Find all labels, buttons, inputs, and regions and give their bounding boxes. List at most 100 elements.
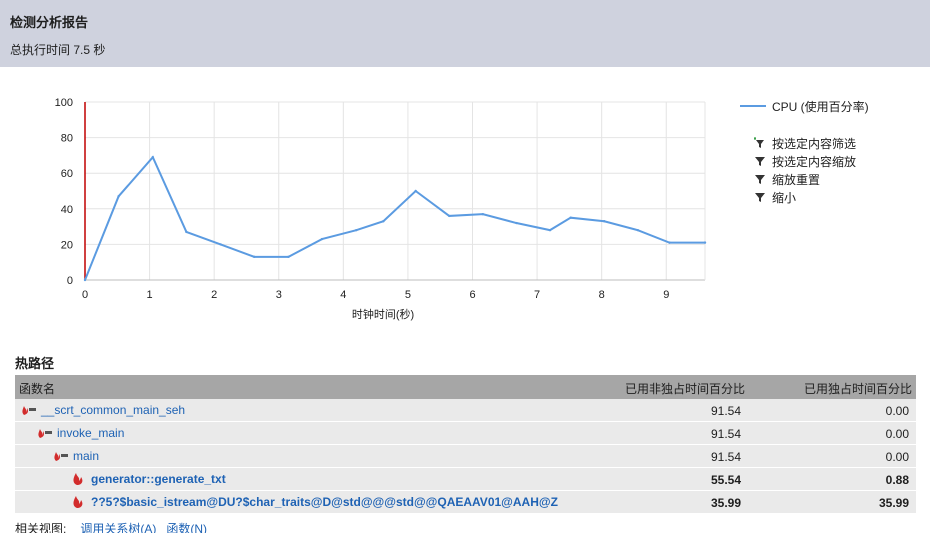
- inclusive-time-value: 35.99: [710, 496, 741, 510]
- exclusive-time-value: 35.99: [878, 496, 909, 510]
- x-tick-label: 6: [469, 289, 475, 301]
- function-cell: main: [53, 449, 99, 463]
- exclusive-time-value: 0.00: [885, 427, 909, 441]
- cpu-usage-chart[interactable]: 0 20 40 60 80 100 0 1 2 3 4 5 6 7 8 9 时钟时间(秒): [40, 90, 720, 333]
- zoom-to-selection-button[interactable]: 按选定内容缩放: [740, 152, 869, 170]
- hot-path-flame-arrow-icon: [21, 403, 36, 417]
- function-name-link[interactable]: invoke_main: [57, 426, 124, 440]
- data-point: [185, 230, 188, 234]
- function-name-link[interactable]: main: [73, 449, 99, 463]
- exclusive-time-value: 0.88: [885, 473, 909, 487]
- column-header-exclusive-time[interactable]: 已用独占时间百分比: [804, 380, 912, 397]
- related-views-label: 相关视图:: [15, 522, 67, 533]
- data-point: [548, 228, 552, 232]
- cpu-chart-svg[interactable]: 0 20 40 60 80 100 0 1 2 3 4 5 6 7 8 9 时钟时间(秒): [40, 90, 720, 330]
- inclusive-time-value: 91.54: [710, 450, 741, 464]
- x-tick-label: 1: [147, 289, 153, 301]
- inclusive-time-value: 91.54: [710, 427, 741, 441]
- x-tick-label: 2: [211, 289, 217, 301]
- function-name-link[interactable]: ??5?$basic_istream@DU?$char_traits@D@std…: [91, 495, 558, 509]
- call-tree-link[interactable]: 调用关系树(A): [80, 520, 156, 533]
- column-header-function-name[interactable]: 函数名: [19, 380, 55, 397]
- exclusive-time-value: 0.00: [885, 404, 909, 418]
- table-row[interactable]: generator::generate_txt 55.54 0.88: [15, 468, 916, 491]
- y-tick-label: 40: [61, 204, 73, 216]
- filter-by-selection-button[interactable]: 按选定内容筛选: [740, 134, 869, 152]
- data-point: [668, 241, 671, 244]
- legend-line-swatch: [740, 105, 766, 107]
- filter-icon: [754, 191, 766, 203]
- hot-path-flame-arrow-icon: [37, 426, 52, 440]
- data-point: [219, 243, 222, 246]
- data-point: [481, 212, 485, 216]
- exclusive-time-value: 0.00: [885, 450, 909, 464]
- data-point: [448, 214, 451, 218]
- function-cell: generator::generate_txt: [71, 472, 226, 486]
- filter-icon: [754, 173, 766, 185]
- report-title: 检测分析报告: [10, 15, 89, 30]
- functions-link[interactable]: 函数(N): [166, 520, 207, 533]
- chart-legend: CPU (使用百分率) 按选定内容筛选 按选定内容缩放 缩放重置 缩小: [740, 98, 869, 206]
- function-name-link[interactable]: __scrt_common_main_seh: [41, 403, 185, 417]
- hot-path-table: 函数名 已用非独占时间百分比 已用独占时间百分比 __scrt_common_m…: [15, 375, 916, 514]
- x-tick-label: 4: [340, 289, 346, 301]
- inclusive-time-value: 55.54: [710, 473, 741, 487]
- data-point: [151, 155, 155, 159]
- flame-icon: [71, 472, 85, 486]
- report-header: 检测分析报告 总执行时间 7.5 秒: [0, 0, 930, 67]
- function-name-link[interactable]: generator::generate_txt: [91, 472, 226, 486]
- data-point: [320, 237, 324, 241]
- flame-icon: [71, 495, 85, 509]
- x-tick-label: 9: [663, 289, 669, 301]
- column-header-inclusive-time[interactable]: 已用非独占时间百分比: [625, 380, 745, 397]
- y-tick-label: 100: [55, 97, 73, 109]
- data-point: [253, 255, 256, 259]
- table-row[interactable]: invoke_main 91.54 0.00: [15, 422, 916, 445]
- legend-label-cpu: CPU (使用百分率): [772, 99, 869, 114]
- data-point: [703, 241, 707, 244]
- data-point: [382, 220, 385, 223]
- filter-by-selection-label: 按选定内容筛选: [772, 136, 857, 151]
- function-cell: __scrt_common_main_seh: [21, 403, 185, 417]
- filter-plus-icon: [754, 137, 766, 149]
- y-tick-label: 80: [61, 133, 73, 145]
- zoom-out-label: 缩小: [772, 190, 797, 205]
- reset-zoom-button[interactable]: 缩放重置: [740, 170, 869, 188]
- hot-path-flame-arrow-icon: [53, 449, 68, 463]
- data-point: [636, 228, 640, 232]
- zoom-to-selection-label: 按选定内容缩放: [772, 154, 857, 169]
- hot-path-table-header: 函数名 已用非独占时间百分比 已用独占时间百分比: [15, 375, 916, 399]
- table-row[interactable]: __scrt_common_main_seh 91.54 0.00: [15, 399, 916, 422]
- data-point: [414, 189, 417, 193]
- filter-icon: [754, 155, 766, 167]
- data-point: [603, 220, 606, 223]
- inclusive-time-value: 91.54: [710, 404, 741, 418]
- x-axis-label: 时钟时间(秒): [352, 307, 414, 321]
- table-row[interactable]: ??5?$basic_istream@DU?$char_traits@D@std…: [15, 491, 916, 514]
- total-execution-time: 总执行时间 7.5 秒: [10, 43, 106, 57]
- function-cell: invoke_main: [37, 426, 124, 440]
- chart-actions: 按选定内容筛选 按选定内容缩放 缩放重置 缩小: [740, 134, 869, 206]
- hot-path-title: 热路径: [15, 356, 55, 371]
- data-point: [569, 216, 572, 219]
- x-tick-label: 3: [276, 289, 282, 301]
- legend-entry-cpu: CPU (使用百分率): [740, 98, 869, 114]
- data-point: [287, 255, 290, 259]
- data-point: [83, 278, 87, 282]
- x-tick-label: 0: [82, 289, 88, 301]
- data-point: [355, 228, 358, 232]
- data-point: [117, 195, 120, 198]
- y-tick-label: 20: [61, 239, 73, 251]
- reset-zoom-label: 缩放重置: [772, 172, 821, 187]
- data-point: [515, 221, 518, 225]
- zoom-out-button[interactable]: 缩小: [740, 188, 869, 206]
- x-tick-label: 8: [599, 289, 605, 301]
- y-tick-label: 60: [61, 168, 73, 180]
- function-cell: ??5?$basic_istream@DU?$char_traits@D@std…: [71, 495, 558, 509]
- x-tick-label: 5: [405, 289, 411, 301]
- related-views: 相关视图: 调用关系树(A) 函数(N): [15, 520, 217, 533]
- y-tick-label: 0: [67, 275, 73, 287]
- series-line-cpu: [84, 155, 705, 281]
- table-row[interactable]: main 91.54 0.00: [15, 445, 916, 468]
- x-tick-label: 7: [534, 289, 540, 301]
